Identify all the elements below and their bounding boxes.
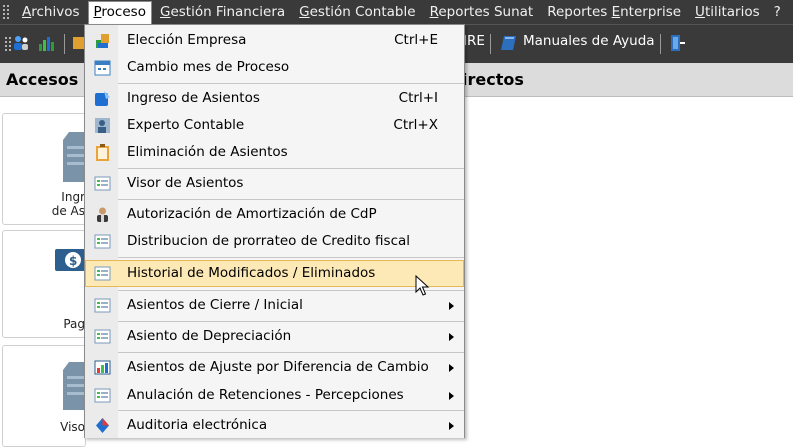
form-icon	[94, 388, 111, 403]
audit-icon	[96, 418, 109, 433]
toolbar-separator	[490, 34, 491, 54]
expert-icon	[95, 118, 110, 133]
exit-icon[interactable]	[668, 34, 686, 52]
company-icon	[96, 34, 109, 48]
submenu-arrow-icon	[449, 333, 454, 341]
menu-item-eleccion-empresa[interactable]: Elección Empresa Ctrl+E	[85, 27, 464, 54]
menu-utilitarios[interactable]: Utilitarios	[689, 1, 766, 23]
chart-icon[interactable]	[38, 34, 56, 52]
menu-separator	[118, 199, 464, 200]
menu-separator	[118, 257, 464, 258]
form-icon	[94, 298, 111, 313]
toolbar-separator	[64, 34, 65, 54]
manuals-button[interactable]: Manuales de Ayuda	[523, 33, 655, 49]
entry-icon	[95, 91, 110, 106]
menu-item-cambio-mes[interactable]: Cambio mes de Proceso	[85, 54, 464, 81]
form-icon	[94, 176, 111, 191]
chart-icon	[94, 360, 111, 375]
svg-text:$: $	[69, 254, 77, 268]
menu-separator	[118, 168, 464, 169]
menu-reportes-enterprise[interactable]: Reportes Enterprise	[541, 1, 687, 23]
menu-bar: Archivos Proceso Gestión Financiera Gest…	[0, 0, 793, 24]
menu-item-eliminacion-asientos[interactable]: Eliminación de Asientos	[85, 139, 464, 166]
toolbar-partial-label[interactable]: IRE	[463, 33, 485, 49]
shortcut-ingreso-asientos[interactable]: Ingr de As	[2, 113, 86, 225]
form-icon	[94, 329, 111, 344]
menu-separator	[118, 83, 464, 84]
document-icon	[63, 132, 85, 182]
menu-grip[interactable]	[2, 4, 10, 20]
proceso-dropdown-menu: Elección Empresa Ctrl+E Cambio mes de Pr…	[84, 24, 465, 438]
menu-help[interactable]: ?	[768, 1, 787, 23]
menu-item-experto-contable[interactable]: Experto Contable Ctrl+X	[85, 112, 464, 139]
user-icon	[97, 207, 108, 222]
menu-proceso[interactable]: Proceso	[87, 0, 152, 24]
menu-item-historial-modificados[interactable]: Historial de Modificados / Eliminados	[85, 260, 464, 287]
menu-gestion-financiera[interactable]: Gestión Financiera	[154, 1, 291, 23]
menu-item-ajuste-diferencia-cambio[interactable]: Asientos de Ajuste por Diferencia de Cam…	[85, 354, 464, 381]
submenu-arrow-icon	[449, 422, 454, 430]
shortcut-visor[interactable]: Viso	[2, 345, 86, 447]
menu-item-asiento-depreciacion[interactable]: Asiento de Depreciación	[85, 323, 464, 350]
menu-reportes-sunat[interactable]: Reportes Sunat	[424, 1, 540, 23]
book-icon[interactable]	[500, 34, 518, 52]
menu-item-visor-asientos[interactable]: Visor de Asientos	[85, 170, 464, 197]
tile-label: Viso	[60, 420, 85, 434]
shortcut-pagos[interactable]: $ Pag	[2, 230, 86, 338]
tile-label: de As	[51, 204, 85, 218]
mouse-cursor-icon	[415, 275, 430, 296]
header-title-right: irectos	[462, 70, 524, 89]
menu-item-autorizacion-amortizacion[interactable]: Autorización de Amortización de CdP	[85, 201, 464, 228]
submenu-arrow-icon	[449, 302, 454, 310]
menu-item-ingreso-asientos[interactable]: Ingreso de Asientos Ctrl+I	[85, 85, 464, 112]
menu-separator	[118, 352, 464, 353]
menu-item-auditoria-electronica[interactable]: Auditoria electrónica	[85, 412, 464, 439]
menu-separator	[118, 321, 464, 322]
menu-separator	[118, 290, 464, 291]
document-icon	[63, 362, 85, 410]
menu-item-anulacion-retenciones[interactable]: Anulación de Retenciones - Percepciones	[85, 382, 464, 409]
menu-item-distribucion-prorrateo[interactable]: Distribucion de prorrateo de Credito fis…	[85, 228, 464, 255]
menu-archivos[interactable]: Archivos	[16, 1, 86, 23]
header-title-left: Accesos	[6, 70, 79, 89]
toolbar-grip[interactable]	[4, 36, 12, 52]
submenu-arrow-icon	[449, 392, 454, 400]
toolbar-separator	[660, 34, 661, 54]
users-icon[interactable]	[12, 34, 30, 52]
tile-label: Ingr	[61, 190, 85, 204]
clipboard-icon	[96, 144, 109, 161]
money-icon: $	[55, 249, 85, 271]
submenu-arrow-icon	[449, 364, 454, 372]
form-icon	[94, 266, 111, 281]
menu-separator	[118, 410, 464, 411]
menu-item-asientos-cierre[interactable]: Asientos de Cierre / Inicial	[85, 292, 464, 319]
tile-label: Pag	[63, 317, 85, 331]
menu-gestion-contable[interactable]: Gestión Contable	[293, 1, 421, 23]
calendar-icon	[94, 60, 111, 76]
form-icon	[94, 234, 111, 249]
